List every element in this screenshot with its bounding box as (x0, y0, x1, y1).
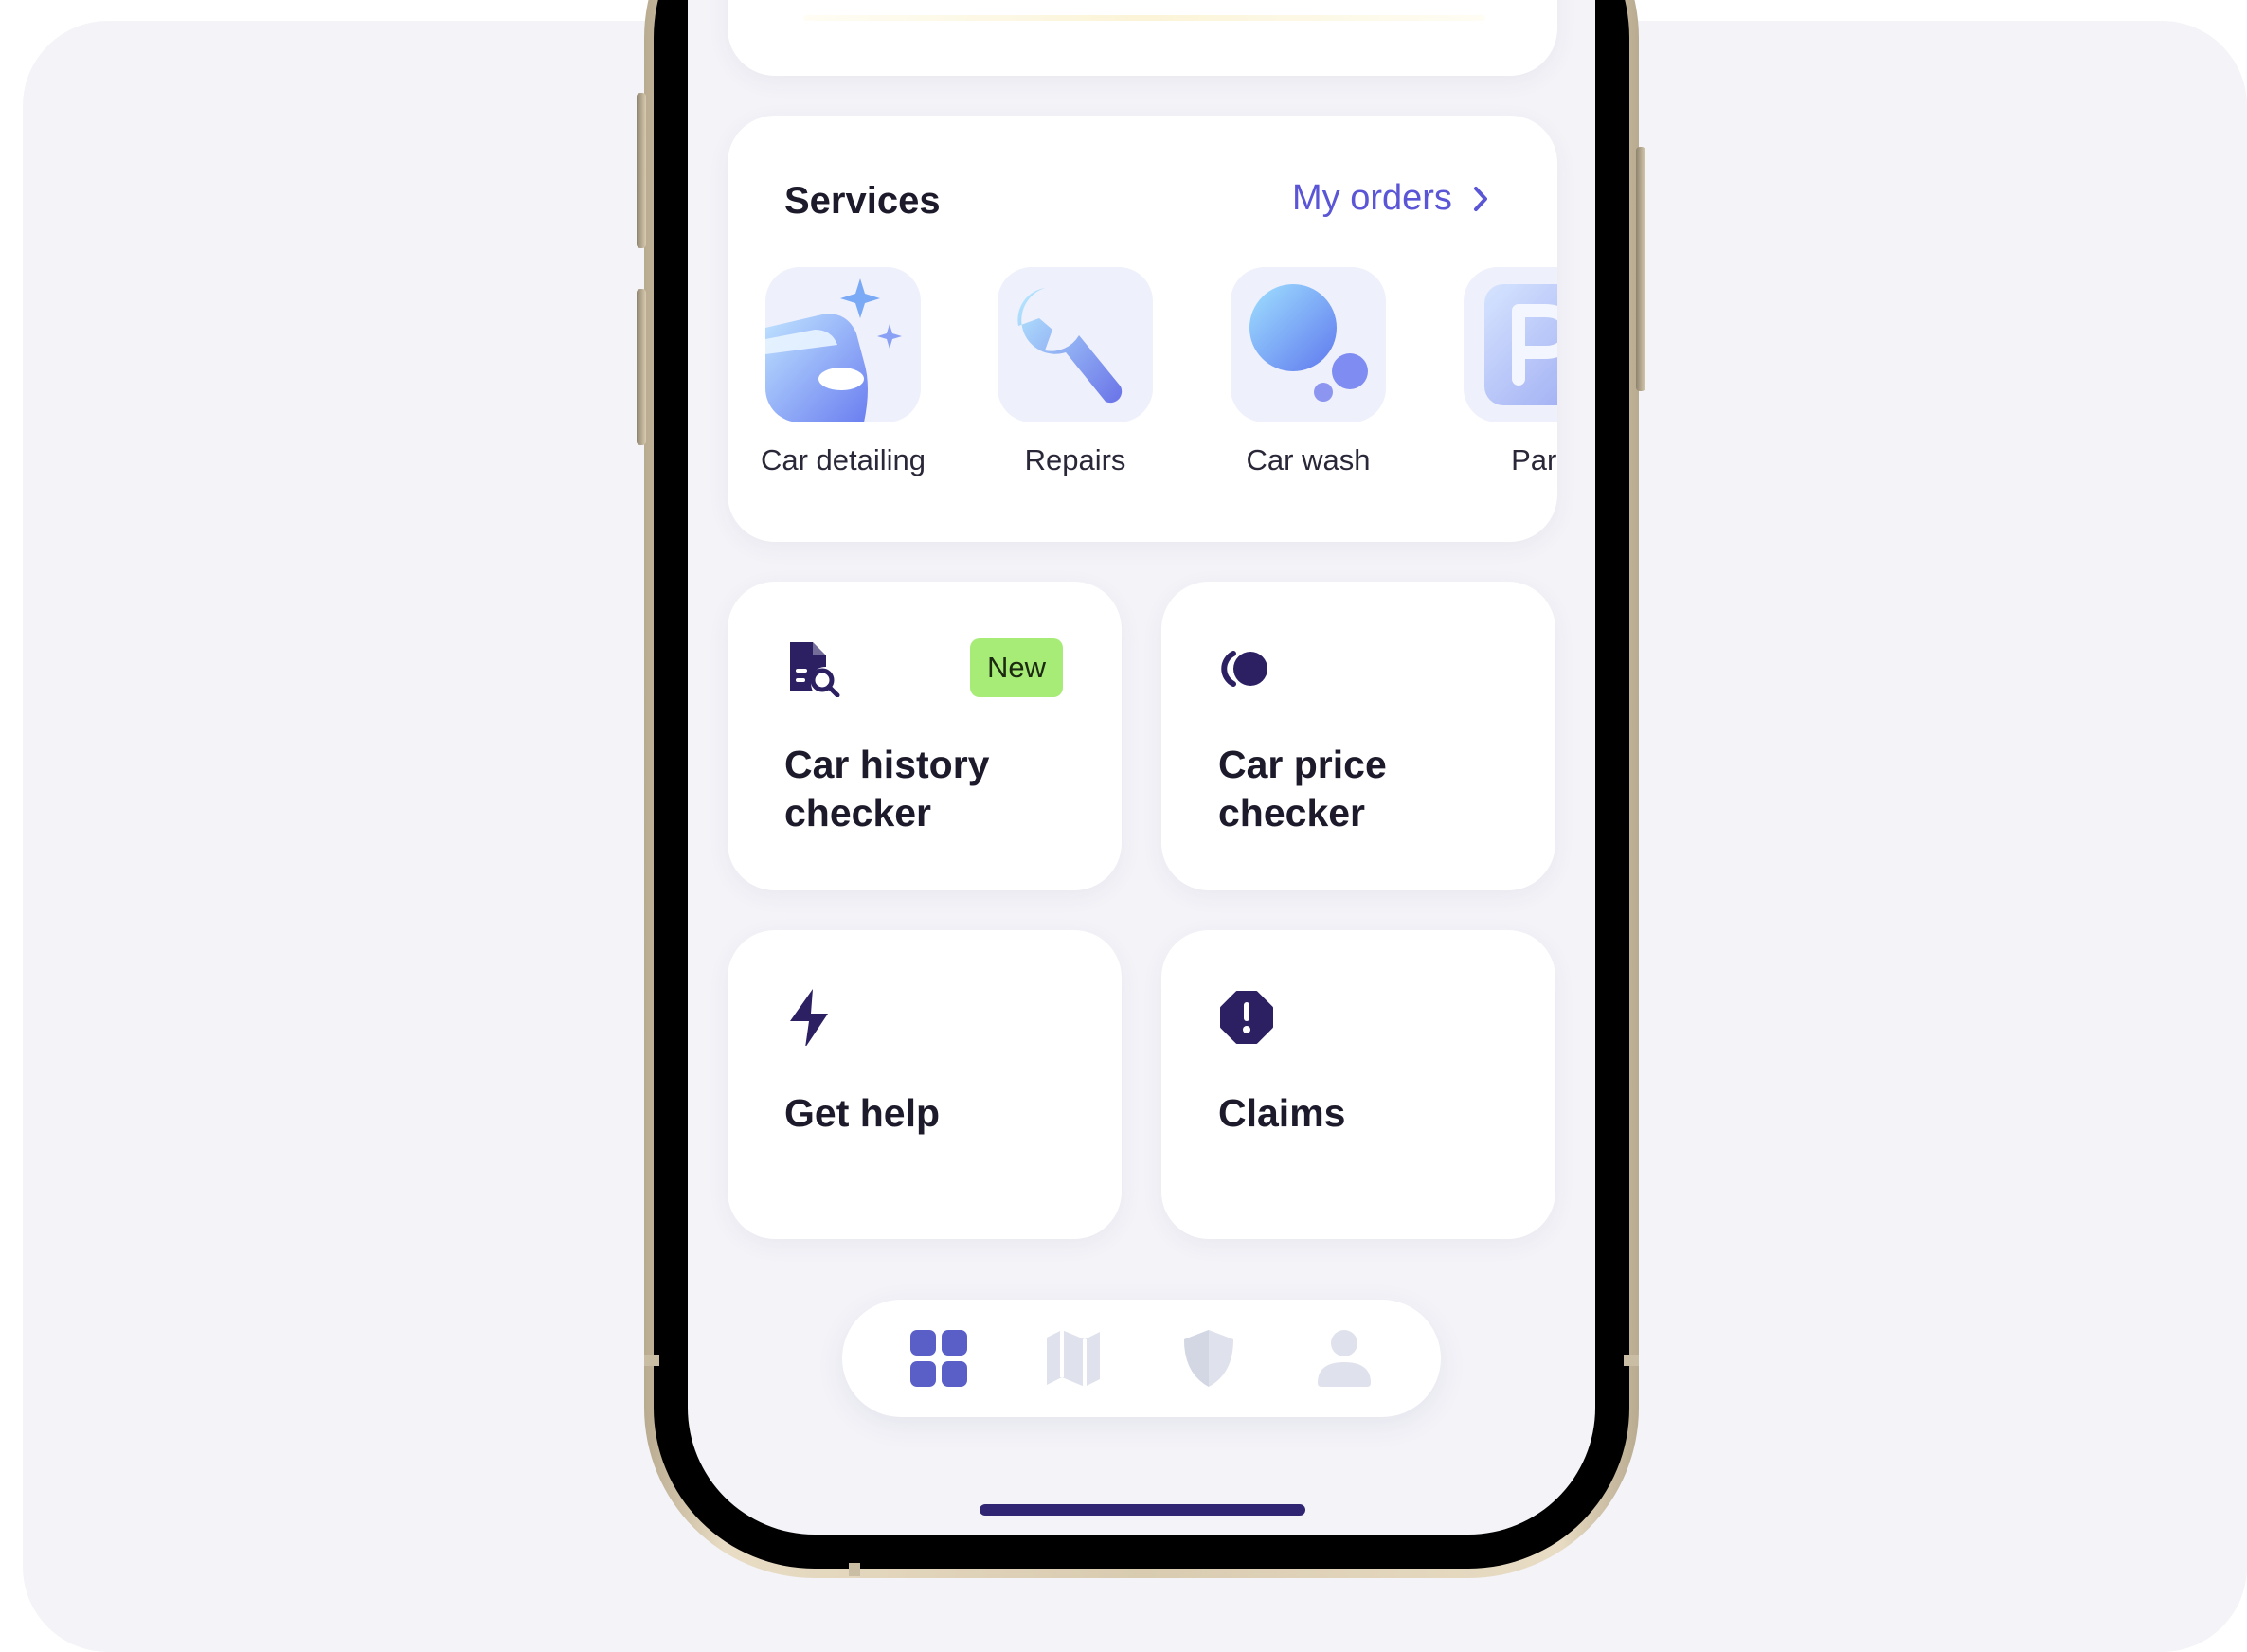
service-label: Repairs (1024, 443, 1126, 476)
parking-icon (1464, 267, 1557, 422)
service-car-wash[interactable]: Car wash (1192, 267, 1425, 477)
car-price-checker-card[interactable]: Car price checker (1161, 582, 1555, 890)
service-label: Park (1511, 443, 1557, 476)
grid-icon (910, 1330, 967, 1387)
lightning-icon (790, 989, 828, 1046)
car-wash-bubbles-icon (1231, 267, 1386, 422)
nav-insurance-tab[interactable] (1175, 1324, 1243, 1392)
progress-strip (803, 15, 1485, 21)
shield-icon (1184, 1330, 1233, 1387)
bottom-nav (842, 1300, 1441, 1417)
feature-label: Car history checker (784, 743, 990, 835)
antenna-band (644, 1355, 659, 1366)
document-search-icon (790, 642, 840, 697)
car-history-checker-card[interactable]: New Car history checker (728, 582, 1122, 890)
service-repairs[interactable]: Repairs (959, 267, 1192, 477)
nav-home-tab[interactable] (905, 1324, 973, 1392)
get-help-card[interactable]: Get help (728, 930, 1122, 1239)
volume-up-button (637, 93, 646, 248)
feature-label: Get help (784, 1091, 941, 1135)
new-badge: New (970, 638, 1064, 697)
service-parking[interactable]: Park (1425, 267, 1557, 477)
wrench-icon (998, 267, 1153, 422)
home-indicator[interactable] (980, 1504, 1305, 1516)
power-button (1636, 147, 1645, 391)
nav-profile-tab[interactable] (1310, 1324, 1378, 1392)
nav-map-tab[interactable] (1039, 1324, 1107, 1392)
feature-label: Claims (1218, 1091, 1346, 1135)
services-card: Services My orders Car detailing Repairs… (728, 116, 1557, 542)
previous-card (728, 0, 1557, 76)
map-icon (1047, 1330, 1100, 1387)
feature-label: Car price checker (1218, 743, 1387, 835)
claims-card[interactable]: Claims (1161, 930, 1555, 1239)
service-label: Car detailing (760, 443, 926, 476)
antenna-band (849, 1563, 860, 1576)
coin-icon (1221, 651, 1267, 687)
car-detailing-icon (765, 267, 921, 422)
app-screen: Services My orders Car detailing Repairs… (688, 0, 1595, 1535)
user-icon (1318, 1330, 1371, 1387)
service-label: Car wash (1246, 443, 1371, 476)
antenna-band (1624, 1355, 1639, 1366)
services-title: Services (784, 180, 941, 222)
my-orders-link[interactable]: My orders (1292, 178, 1488, 219)
chevron-right-icon (1473, 186, 1487, 211)
alert-octagon-icon (1220, 991, 1273, 1044)
service-car-detailing[interactable]: Car detailing (728, 267, 960, 477)
my-orders-label: My orders (1292, 178, 1452, 218)
volume-down-button (637, 289, 646, 445)
